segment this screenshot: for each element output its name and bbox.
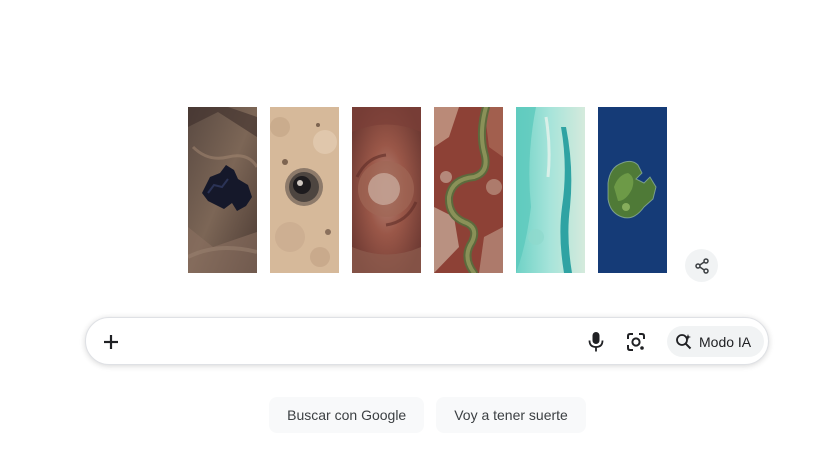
share-button[interactable] xyxy=(685,249,718,282)
doodle-tile-winding-river[interactable] xyxy=(434,107,503,273)
ai-search-sparkle-icon xyxy=(676,333,692,349)
search-input[interactable] xyxy=(134,330,578,356)
voice-search-button[interactable] xyxy=(584,330,608,354)
feeling-lucky-button[interactable]: Voy a tener suerte xyxy=(436,397,586,433)
lens-camera-icon xyxy=(627,333,645,351)
share-icon xyxy=(694,257,709,274)
doodle-tile-turquoise-lagoon[interactable] xyxy=(516,107,585,273)
ai-mode-label: Modo IA xyxy=(699,333,752,350)
google-home-page: Modo IA Buscar con Google Voy a tener su… xyxy=(0,0,835,468)
microphone-icon xyxy=(588,332,604,352)
plus-icon xyxy=(104,335,118,349)
doodle-tile-crater-lake[interactable] xyxy=(188,107,257,273)
doodle-tile-green-island[interactable] xyxy=(598,107,667,273)
google-search-button[interactable]: Buscar con Google xyxy=(269,397,425,433)
ai-mode-button[interactable]: Modo IA xyxy=(667,326,765,357)
doodle-tile-desert-crater[interactable] xyxy=(270,107,339,273)
search-buttons: Buscar con Google Voy a tener suerte xyxy=(0,397,835,433)
add-attachment-button[interactable] xyxy=(98,329,124,355)
doodle-tile-red-dome[interactable] xyxy=(352,107,421,273)
lens-search-button[interactable] xyxy=(624,330,648,354)
search-box: Modo IA xyxy=(85,317,769,365)
